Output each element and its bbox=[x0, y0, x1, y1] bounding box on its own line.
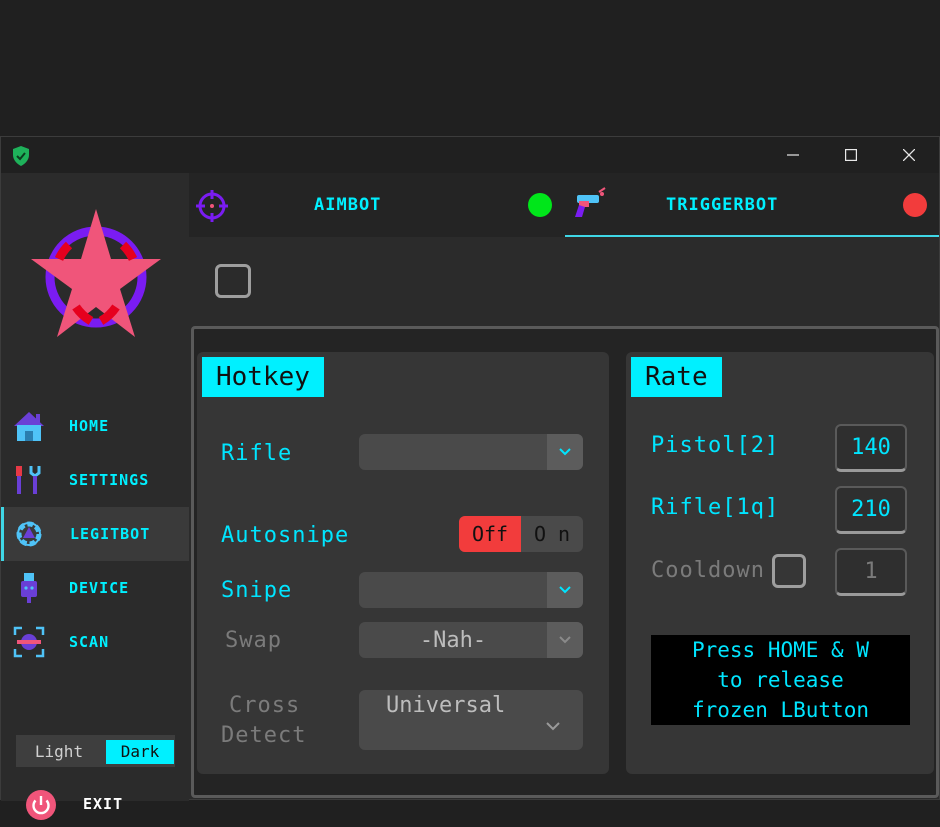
tools-icon bbox=[13, 464, 45, 496]
swap-value: -Nah- bbox=[419, 627, 487, 653]
hotkey-panel: Hotkey Rifle Autosnipe Off O n Snipe Swa… bbox=[197, 352, 609, 774]
title-bar bbox=[1, 137, 939, 173]
rate-panel-title: Rate bbox=[631, 357, 722, 397]
chevron-down-icon bbox=[547, 434, 583, 470]
release-hint-line3: frozen LButton bbox=[691, 698, 869, 722]
sidebar: HOME SETTINGS LEGITBOT DEVICE SCAN Light… bbox=[1, 173, 189, 820]
tab-aimbot-label: AIMBOT bbox=[314, 195, 382, 215]
triggerbot-status-indicator bbox=[903, 193, 927, 217]
sidebar-item-label: SETTINGS bbox=[69, 471, 150, 489]
sidebar-item-label: DEVICE bbox=[69, 579, 130, 597]
power-icon bbox=[25, 789, 57, 821]
exit-button[interactable]: EXIT bbox=[1, 783, 189, 827]
star-crosshair-logo bbox=[31, 207, 161, 337]
cross-detect-select[interactable]: Universal bbox=[359, 690, 583, 750]
snipe-hotkey-select[interactable] bbox=[359, 572, 583, 608]
crosshair-icon bbox=[195, 189, 229, 223]
aimbot-status-indicator bbox=[528, 193, 552, 217]
maximize-button[interactable] bbox=[822, 137, 880, 173]
app-window: HOME SETTINGS LEGITBOT DEVICE SCAN Light… bbox=[0, 136, 940, 820]
sidebar-item-legitbot[interactable]: LEGITBOT bbox=[1, 507, 189, 561]
close-button[interactable] bbox=[880, 137, 938, 173]
cross-detect-value: Universal bbox=[386, 693, 506, 718]
sidebar-item-device[interactable]: DEVICE bbox=[1, 561, 189, 615]
theme-light-option[interactable]: Light bbox=[18, 740, 100, 764]
cooldown-value: 1 bbox=[864, 559, 878, 584]
chevron-down-icon bbox=[545, 716, 561, 731]
minimize-button[interactable] bbox=[764, 137, 822, 173]
swap-select[interactable]: -Nah- bbox=[359, 622, 583, 658]
sidebar-item-label: HOME bbox=[69, 417, 110, 435]
exit-label: EXIT bbox=[83, 795, 124, 813]
sidebar-item-scan[interactable]: SCAN bbox=[1, 615, 189, 669]
sidebar-item-label: LEGITBOT bbox=[70, 525, 151, 543]
chevron-down-icon bbox=[547, 622, 583, 658]
shield-check-icon bbox=[11, 145, 31, 167]
triggerbot-enable-checkbox[interactable] bbox=[215, 264, 251, 298]
release-hint-box: Press HOME & W to release frozen LButton bbox=[651, 635, 910, 725]
release-hint-line2: to release bbox=[717, 668, 844, 692]
theme-switch: Light Dark bbox=[14, 733, 177, 769]
tab-aimbot[interactable]: AIMBOT bbox=[189, 173, 565, 237]
tab-triggerbot[interactable]: TRIGGERBOT bbox=[565, 173, 939, 237]
rifle-hotkey-select[interactable] bbox=[359, 434, 583, 470]
gear-icon bbox=[13, 518, 45, 550]
triggerbot-settings-group: Hotkey Rifle Autosnipe Off O n Snipe Swa… bbox=[191, 326, 939, 798]
rifle-hotkey-label: Rifle bbox=[221, 441, 293, 466]
hotkey-panel-title: Hotkey bbox=[202, 357, 324, 397]
pistol-rate-label: Pistol[2] bbox=[651, 433, 780, 458]
rifle-rate-label: Rifle[1q] bbox=[651, 495, 780, 520]
theme-dark-option[interactable]: Dark bbox=[106, 740, 174, 764]
usb-icon bbox=[13, 572, 45, 604]
cooldown-label: Cooldown bbox=[651, 558, 765, 583]
autosnipe-on-option[interactable]: O n bbox=[521, 516, 583, 552]
pistol-rate-input[interactable]: 140 bbox=[835, 424, 907, 472]
chevron-down-icon bbox=[547, 572, 583, 608]
rifle-rate-value: 210 bbox=[851, 497, 891, 522]
home-icon bbox=[13, 410, 45, 442]
rifle-rate-input[interactable]: 210 bbox=[835, 486, 907, 534]
cooldown-checkbox[interactable] bbox=[772, 554, 806, 588]
module-tabs: AIMBOT TRIGGERBOT bbox=[189, 173, 939, 237]
rate-panel: Rate Pistol[2] 140 Rifle[1q] 210 Cooldow… bbox=[626, 352, 934, 774]
cross-detect-label-line1: Cross bbox=[229, 693, 301, 718]
snipe-hotkey-value bbox=[359, 572, 547, 608]
release-hint-line1: Press HOME & W bbox=[691, 638, 869, 662]
swap-label: Swap bbox=[225, 628, 282, 653]
sidebar-item-settings[interactable]: SETTINGS bbox=[1, 453, 189, 507]
autosnipe-toggle[interactable]: Off O n bbox=[459, 516, 583, 552]
snipe-hotkey-label: Snipe bbox=[221, 578, 293, 603]
autosnipe-label: Autosnipe bbox=[221, 523, 350, 548]
autosnipe-off-option[interactable]: Off bbox=[459, 516, 521, 552]
tab-triggerbot-label: TRIGGERBOT bbox=[666, 195, 779, 215]
pistol-rate-value: 140 bbox=[851, 435, 891, 460]
sidebar-item-home[interactable]: HOME bbox=[1, 399, 189, 453]
cross-detect-label-line2: Detect bbox=[221, 723, 307, 748]
revolver-icon bbox=[571, 187, 607, 221]
scan-icon bbox=[13, 626, 45, 658]
sidebar-item-label: SCAN bbox=[69, 633, 110, 651]
rifle-hotkey-value bbox=[359, 434, 547, 470]
cooldown-input[interactable]: 1 bbox=[835, 548, 907, 596]
